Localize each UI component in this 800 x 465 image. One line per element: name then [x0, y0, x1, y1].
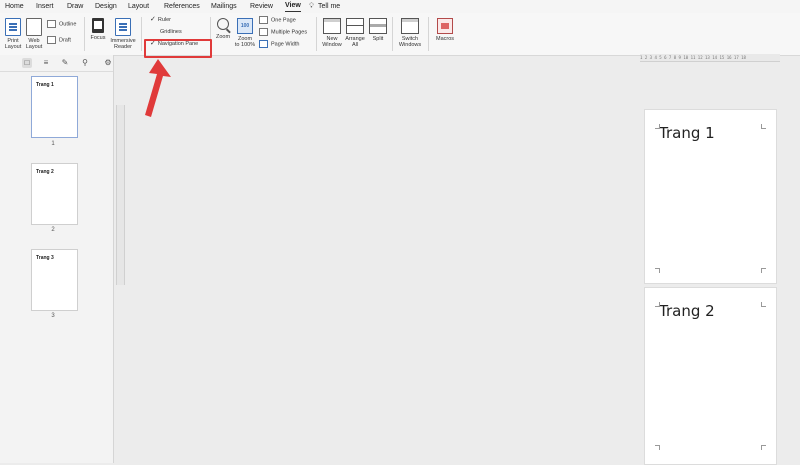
headings-icon[interactable]: ≡ — [41, 58, 51, 68]
ribbon-separator — [141, 17, 142, 51]
page-thumbnail[interactable]: Trang 3 — [31, 249, 78, 311]
tab-mailings[interactable]: Mailings — [211, 0, 237, 13]
document-page[interactable]: Trang 2 — [644, 287, 777, 465]
tab-view[interactable]: View — [285, 0, 301, 12]
ribbon-separator — [392, 17, 393, 51]
draft-icon — [47, 36, 56, 44]
thumbnail-page-number: 1 — [51, 141, 55, 147]
document-page[interactable]: Trang 1 — [644, 109, 777, 284]
tell-me-search[interactable]: Tell me — [318, 0, 340, 13]
tab-insert[interactable]: Insert — [36, 0, 54, 13]
tab-design[interactable]: Design — [95, 0, 117, 13]
page-heading: Trang 1 — [659, 124, 715, 142]
margin-corner-mark — [655, 302, 660, 307]
gear-icon[interactable]: ⚙ — [103, 58, 113, 68]
navigation-pane: □ ≡ ✎ ⚲ ⚙ Trang 1 1 Trang 2 2 Trang 3 3 — [0, 55, 114, 463]
thumbnails-icon[interactable]: □ — [22, 58, 32, 68]
navigation-pane-highlight-box — [144, 39, 212, 58]
one-page-icon — [259, 16, 268, 24]
margin-corner-mark — [761, 445, 766, 450]
zoom-button[interactable]: Zoom — [214, 18, 232, 40]
ribbon: Print Layout Web Layout Outline Draft Fo… — [0, 13, 800, 56]
immersive-reader-button[interactable]: Immersive Reader — [108, 18, 138, 50]
tab-draw[interactable]: Draw — [67, 0, 83, 13]
magnifier-icon — [217, 18, 229, 30]
focus-icon — [92, 18, 104, 33]
zoom-100-icon: 100 — [237, 18, 253, 34]
ribbon-separator — [316, 17, 317, 51]
red-arrow-annotation — [145, 59, 171, 117]
lightbulb-icon: 💡︎ — [309, 3, 314, 10]
page-width-button[interactable]: Page Width — [259, 40, 299, 48]
margin-corner-mark — [655, 268, 660, 273]
macros-icon — [437, 18, 453, 34]
page-thumbnail[interactable]: Trang 2 — [31, 163, 78, 225]
new-window-icon — [323, 18, 341, 34]
zoom-100-button[interactable]: 100 Zoom to 100% — [233, 18, 257, 48]
new-window-button[interactable]: New Window — [321, 18, 343, 48]
switch-windows-icon — [401, 18, 419, 34]
focus-button[interactable]: Focus — [89, 18, 107, 41]
tab-references[interactable]: References — [164, 0, 200, 13]
vertical-ruler — [116, 105, 125, 285]
macros-button[interactable]: Macros — [432, 18, 458, 42]
arrange-all-button[interactable]: Arrange All — [344, 18, 366, 48]
switch-windows-button[interactable]: Switch Windows — [396, 18, 424, 48]
web-layout-icon — [26, 18, 42, 36]
horizontal-ruler: 1 2 3 4 5 6 7 8 9 10 11 12 13 14 15 16 1… — [640, 54, 780, 62]
print-layout-button[interactable]: Print Layout — [3, 18, 23, 50]
search-icon[interactable]: ⚲ — [80, 58, 90, 68]
outline-button[interactable]: Outline — [47, 20, 76, 28]
gridlines-checkbox[interactable]: Gridlines — [160, 28, 182, 36]
thumbnail-page-number: 2 — [51, 227, 55, 233]
ribbon-separator — [428, 17, 429, 51]
multiple-pages-icon — [259, 28, 268, 36]
margin-corner-mark — [761, 268, 766, 273]
split-icon — [369, 18, 387, 34]
pages-edit-icon[interactable]: ✎ — [60, 58, 70, 68]
page-width-icon — [259, 40, 268, 48]
multiple-pages-button[interactable]: Multiple Pages — [259, 28, 307, 36]
outline-icon — [47, 20, 56, 28]
checkmark-icon: ✓ — [150, 16, 156, 23]
page-thumbnail[interactable]: Trang 1 — [31, 76, 78, 138]
menu-bar: Home Insert Draw Design Layout Reference… — [0, 0, 800, 13]
split-button[interactable]: Split — [368, 18, 388, 42]
margin-corner-mark — [761, 124, 766, 129]
page-heading: Trang 2 — [659, 302, 715, 320]
tab-home[interactable]: Home — [5, 0, 24, 13]
margin-corner-mark — [655, 445, 660, 450]
thumbnail-page-number: 3 — [51, 313, 55, 319]
ruler-checkbox[interactable]: ✓ Ruler — [150, 16, 171, 24]
draft-button[interactable]: Draft — [47, 36, 71, 44]
arrange-all-icon — [346, 18, 364, 34]
margin-corner-mark — [761, 302, 766, 307]
print-layout-icon — [5, 18, 21, 36]
margin-corner-mark — [655, 124, 660, 129]
immersive-reader-icon — [115, 18, 131, 36]
web-layout-button[interactable]: Web Layout — [24, 18, 44, 50]
one-page-button[interactable]: One Page — [259, 16, 296, 24]
tab-review[interactable]: Review — [250, 0, 273, 13]
navigation-pane-tabs: □ ≡ ✎ ⚲ ⚙ — [0, 55, 113, 72]
ribbon-separator — [84, 17, 85, 51]
tab-layout[interactable]: Layout — [128, 0, 149, 13]
